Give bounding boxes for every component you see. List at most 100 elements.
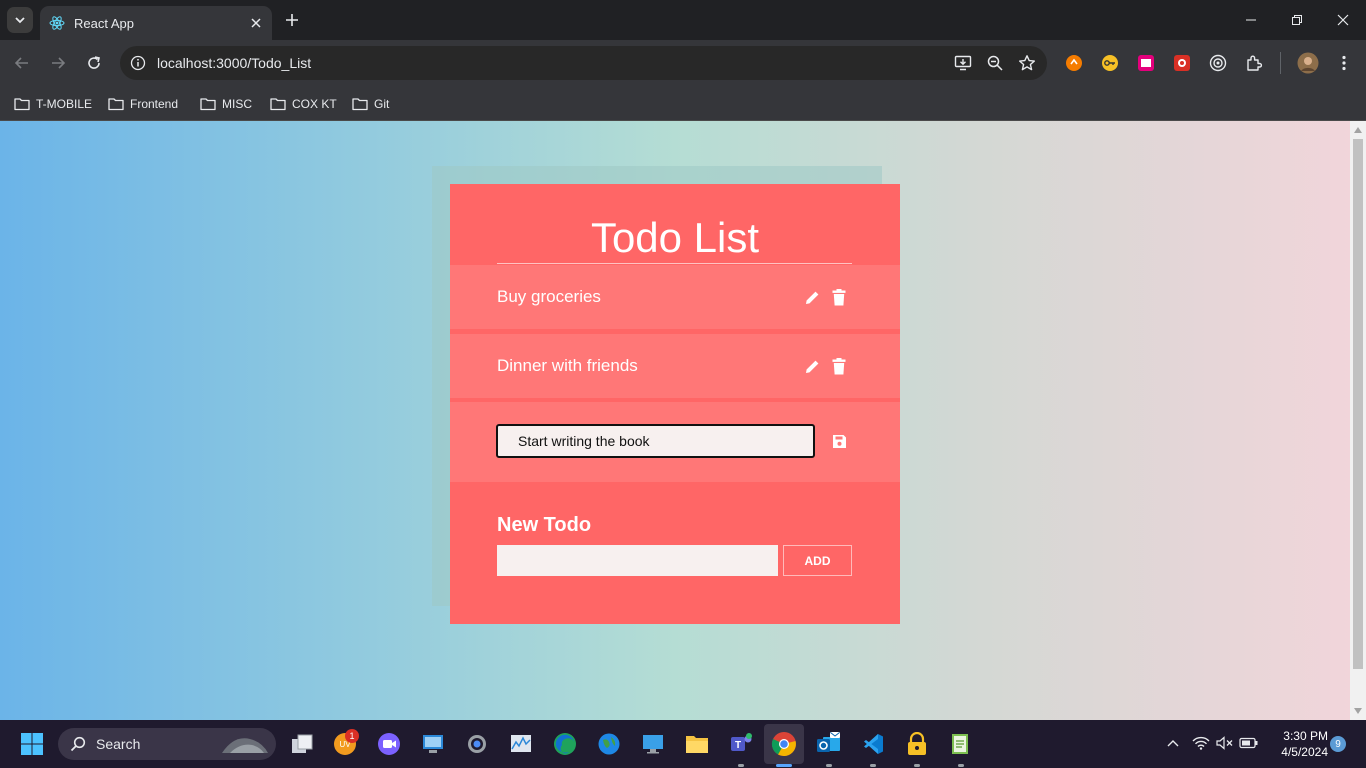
taskbar-search[interactable]: Search [58, 728, 276, 760]
edit-button[interactable] [802, 356, 822, 376]
install-app-icon[interactable] [951, 51, 975, 75]
file-explorer-icon[interactable] [683, 730, 711, 758]
volume-muted-icon[interactable] [1214, 732, 1236, 754]
save-button[interactable] [829, 431, 849, 451]
zoom-icon[interactable] [983, 51, 1007, 75]
browser-tab[interactable]: React App [40, 6, 272, 40]
delete-button[interactable] [829, 287, 849, 307]
taskbar-clock[interactable]: 3:30 PM 4/5/2024 [1268, 728, 1328, 760]
bookmark-folder[interactable]: MISC [200, 92, 252, 116]
new-tab-button[interactable] [280, 8, 304, 32]
title-divider [497, 263, 852, 264]
notepad-app-icon[interactable] [947, 730, 975, 758]
chevron-down-icon [15, 17, 25, 24]
todo-text: Buy groceries [497, 287, 601, 306]
todo-card: Todo List Buy groceries Dinner with frie… [450, 184, 900, 624]
password-manager-icon[interactable] [903, 730, 931, 758]
running-indicator [826, 764, 832, 767]
trash-icon [832, 357, 846, 374]
delete-button[interactable] [829, 356, 849, 376]
profile-avatar[interactable] [1296, 51, 1320, 75]
triangle-down-icon [1354, 708, 1362, 714]
video-call-app-icon[interactable] [375, 730, 403, 758]
extension-target-icon[interactable] [1206, 51, 1230, 75]
bookmark-folder[interactable]: COX KT [270, 92, 337, 116]
folder-icon [200, 98, 216, 111]
trash-icon [832, 288, 846, 305]
bookmark-star-icon[interactable] [1015, 51, 1039, 75]
back-button[interactable] [8, 49, 36, 77]
running-indicator [870, 764, 876, 767]
edit-button[interactable] [802, 287, 822, 307]
url-text: localhost:3000/Todo_List [157, 55, 312, 71]
running-indicator [914, 764, 920, 767]
minimize-icon [1246, 19, 1256, 21]
extension-red-icon[interactable] [1170, 51, 1194, 75]
remote-desktop-icon[interactable] [419, 730, 447, 758]
bookmarks-bar: T-MOBILE Frontend MISC COX KT Git [0, 86, 1366, 121]
add-todo-button[interactable]: ADD [783, 545, 852, 576]
browser-tab-bar: React App [0, 0, 1366, 40]
extension-key-icon[interactable] [1098, 51, 1122, 75]
page-viewport: Todo List Buy groceries Dinner with frie… [0, 121, 1350, 720]
chrome-browser-icon[interactable] [770, 730, 798, 758]
bookmark-folder[interactable]: Git [352, 92, 389, 116]
chrome-menu-icon[interactable] [1332, 51, 1356, 75]
todo-item: Buy groceries [450, 265, 900, 329]
scrollbar-thumb[interactable] [1353, 139, 1363, 669]
vscode-app-icon[interactable] [859, 730, 887, 758]
clock-time: 3:30 PM [1283, 729, 1328, 743]
scroll-down-arrow[interactable] [1353, 706, 1363, 716]
extension-pink-icon[interactable] [1134, 51, 1158, 75]
page-title: Todo List [590, 214, 760, 261]
address-bar[interactable]: localhost:3000/Todo_List [120, 46, 1047, 80]
minimize-button[interactable] [1228, 0, 1274, 40]
running-indicator [776, 764, 792, 767]
todo-item: Dinner with friends [450, 334, 900, 398]
windows-logo-icon [21, 733, 43, 755]
page-scrollbar[interactable] [1350, 121, 1366, 720]
search-highlight-image-icon [222, 738, 268, 753]
pencil-icon [805, 291, 818, 304]
show-hidden-icons-button[interactable] [1162, 732, 1184, 754]
wifi-icon[interactable] [1190, 732, 1212, 754]
site-info-icon[interactable] [129, 54, 147, 72]
scroll-up-arrow[interactable] [1353, 125, 1363, 135]
settings-gear-icon[interactable] [463, 730, 491, 758]
folder-icon [14, 98, 30, 111]
globe-app-icon[interactable] [595, 730, 623, 758]
search-label: Search [96, 736, 141, 752]
extension-orange-icon[interactable] [1062, 51, 1086, 75]
edge-browser-icon[interactable] [551, 730, 579, 758]
tab-close-button[interactable] [246, 13, 266, 33]
reload-button[interactable] [80, 49, 108, 77]
battery-icon[interactable] [1238, 732, 1260, 754]
folder-icon [352, 98, 368, 111]
restore-button[interactable] [1274, 0, 1320, 40]
tab-search-button[interactable] [7, 7, 33, 33]
forward-button[interactable] [44, 49, 72, 77]
close-window-button[interactable] [1320, 0, 1366, 40]
new-todo-input[interactable] [497, 545, 778, 576]
new-todo-label: New Todo [497, 514, 592, 536]
teams-app-icon[interactable]: T [727, 730, 755, 758]
notification-badge: 1 [345, 729, 359, 743]
bookmark-folder[interactable]: Frontend [108, 92, 178, 116]
resource-monitor-icon[interactable] [507, 730, 535, 758]
folder-icon [108, 98, 124, 111]
bookmark-folder[interactable]: T-MOBILE [14, 92, 92, 116]
outlook-app-icon[interactable] [815, 730, 843, 758]
bookmark-label: Git [374, 97, 390, 111]
close-icon [251, 18, 261, 28]
save-icon [832, 434, 846, 448]
folder-icon [270, 98, 286, 111]
windows-taskbar: Search UV 1 T 3:30 PM 4/5/2024 9 [0, 720, 1366, 768]
task-view-icon[interactable] [288, 730, 316, 758]
extensions-puzzle-icon[interactable] [1242, 51, 1266, 75]
triangle-up-icon [1354, 127, 1362, 133]
plus-icon [286, 14, 298, 26]
start-button[interactable] [18, 730, 46, 758]
desktop-app-icon[interactable] [639, 730, 667, 758]
notification-count-badge[interactable]: 9 [1330, 736, 1346, 752]
edit-todo-input[interactable] [496, 424, 815, 458]
